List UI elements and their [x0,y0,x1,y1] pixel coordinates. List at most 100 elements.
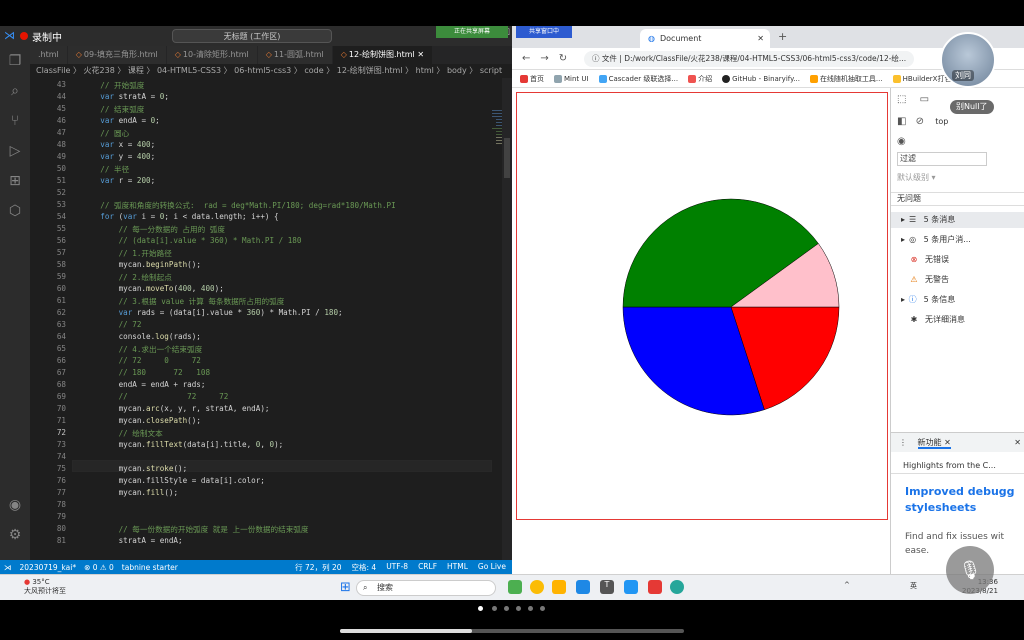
eol-label[interactable]: CRLF [418,562,437,573]
page-dot[interactable] [516,606,521,611]
code-line[interactable]: mycan.fillText(data[i].title, 0, 0); [82,440,284,449]
code-line[interactable]: var stratA = 0; [82,92,169,101]
branch-label[interactable]: 20230719_kai* [20,563,77,572]
app-icon[interactable] [670,580,684,594]
code-line[interactable]: // 72 72 [82,392,229,401]
extensions-icon[interactable]: ⊞ [0,166,30,196]
settings-gear-icon[interactable]: ⚙ [0,520,30,550]
ime-indicator[interactable]: 英 [910,581,917,591]
code-line[interactable]: var r = 200; [82,176,155,185]
code-line[interactable]: // 圆心 [82,128,129,139]
message-filter-warnings[interactable]: ⚠ 无警告 [891,272,1024,288]
bookmark-item[interactable]: Cascader 级联选择... [598,74,678,84]
code-line[interactable]: var x = 400; [82,140,155,149]
typora-icon[interactable]: T [600,580,614,594]
editor-scrollbar[interactable] [502,78,512,560]
code-line[interactable]: mycan.beginPath(); [82,260,201,269]
microphone-button[interactable]: 🎙 [946,546,994,594]
screen-share-badge[interactable]: 正在共享屏幕 [436,26,508,38]
feature-title[interactable]: Improved debugg stylesheets [905,484,1023,516]
code-line[interactable]: // 72 [82,320,142,329]
tabnine-label[interactable]: tabnine starter [122,563,178,572]
reload-icon[interactable]: ↻ [559,53,567,64]
new-tab-icon[interactable]: + [778,30,787,43]
tab-fill-triangle[interactable]: ◇ 09-填充三角形.html [67,46,167,64]
context-select[interactable]: top [935,117,948,126]
app-icon[interactable] [508,580,522,594]
code-line[interactable]: // 弧度和角度的转换公式: rad = deg*Math.PI/180; de… [82,200,395,211]
close-icon[interactable]: ✕ [417,50,424,59]
code-line[interactable]: for (var i = 0; i < data.length; i++) { [82,212,278,221]
inspect-icon[interactable]: ⬚ [897,94,906,105]
remote-icon[interactable]: ⬡ [0,196,30,226]
youdao-icon[interactable] [648,580,662,594]
code-line[interactable]: // 半径 [82,164,129,175]
code-line[interactable]: // 2.绘制起点 [82,272,172,283]
command-search[interactable]: 无标题 (工作区) [172,29,332,43]
language-mode[interactable]: HTML [447,562,468,573]
encoding-label[interactable]: UTF-8 [386,562,408,573]
code-line[interactable]: // 每一分数据的 占用的 弧度 [82,224,225,235]
code-line[interactable]: endA = endA + rads; [82,380,206,389]
message-filter-info[interactable]: ▸ ⓘ 5 条信息 [891,292,1024,308]
code-line[interactable]: mycan.moveTo(400, 400); [82,284,224,293]
back-icon[interactable]: ← [522,53,530,64]
eye-icon[interactable]: ◉ [897,136,1024,147]
filter-input[interactable]: 过滤 [897,152,987,166]
run-debug-icon[interactable]: ▷ [0,136,30,166]
page-dot[interactable] [504,606,509,611]
issues-button[interactable]: 无问题 [891,192,1024,206]
scroll-thumb[interactable] [504,138,510,178]
page-dot[interactable] [540,606,545,611]
tab-pie-chart[interactable]: ◇ 12-绘制饼图.html ✕ [332,46,434,64]
account-icon[interactable]: ◉ [0,490,30,520]
code-line[interactable]: console.log(rads); [82,332,201,341]
code-line[interactable]: // 绘制文本 [82,428,163,439]
code-line[interactable]: // 结束弧度 [82,104,144,115]
tab-new-features[interactable]: 新功能 ✕ [917,438,951,449]
search-icon[interactable]: ⌕ [0,76,30,106]
go-live-button[interactable]: Go Live [478,562,506,573]
explorer-icon[interactable]: ❐ [0,46,30,76]
problems-count[interactable]: ⊗ 0 ⚠ 0 [84,563,114,572]
code-line[interactable]: mycan.fillStyle = data[i].color; [82,476,265,485]
folder-icon[interactable] [552,580,566,594]
sidebar-toggle-icon[interactable]: ◧ [897,116,906,127]
code-line[interactable]: mycan.arc(x, y, r, stratA, endA); [82,404,270,413]
code-line[interactable]: // 72 0 72 [82,356,201,365]
code-line[interactable]: // (data[i].value * 360) * Math.PI / 180 [82,236,302,245]
code-line[interactable]: mycan.closePath(); [82,416,201,425]
log-level-select[interactable]: 默认级别 ▾ [897,172,1024,183]
chevron-up-icon[interactable]: ^ [844,581,850,589]
remote-indicator-icon[interactable]: ⋊ [4,563,12,572]
code-line[interactable]: // 1.开始路径 [82,248,172,259]
code-line[interactable]: var endA = 0; [82,116,159,125]
page-dot[interactable] [528,606,533,611]
more-icon[interactable]: ⋮ [899,438,907,447]
code-editor[interactable]: 43 // 开始弧度 44 var stratA = 0; 45 // 结束弧度 46… [30,78,520,560]
vscode-icon[interactable] [576,580,590,594]
code-line[interactable]: // 4.求出一个结束弧度 [82,344,203,355]
weather-widget[interactable]: ● 35°C 大风预计将至 [24,578,66,596]
cursor-position[interactable]: 行 72，列 20 [295,562,341,573]
code-line[interactable]: // 开始弧度 [82,80,144,91]
bookmark-item[interactable]: 首页 [520,74,544,84]
code-line[interactable]: // 180 72 108 [82,368,210,377]
page-dot[interactable] [492,606,497,611]
start-menu-icon[interactable]: ⊞ [340,580,351,595]
bookmark-item[interactable]: 介绍 [688,74,712,84]
message-filter-all[interactable]: ▸ ☰ 5 条消息 [891,212,1024,228]
code-line[interactable]: var y = 400; [82,152,155,161]
page-dot-active[interactable] [478,606,483,611]
code-line[interactable]: var rads = (data[i].value * 360) * Math.… [82,308,343,317]
bookmark-item[interactable]: Mint UI [554,74,589,83]
close-drawer-icon[interactable]: ✕ [1014,433,1021,452]
clear-console-icon[interactable]: ⊘ [916,116,924,127]
code-line[interactable]: mycan.fill(); [82,488,178,497]
message-filter-verbose[interactable]: ✱ 无详细消息 [891,312,1024,328]
bookmark-item[interactable]: 在线随机抽取工具... [809,74,883,84]
code-line[interactable]: // 每一份数据的开始弧度 就是 上一份数据的结束弧度 [82,524,309,535]
taskbar-search[interactable]: ⌕ 搜索 [356,580,496,596]
close-icon[interactable]: ✕ [757,34,764,43]
device-icon[interactable]: ▭ [920,94,929,105]
